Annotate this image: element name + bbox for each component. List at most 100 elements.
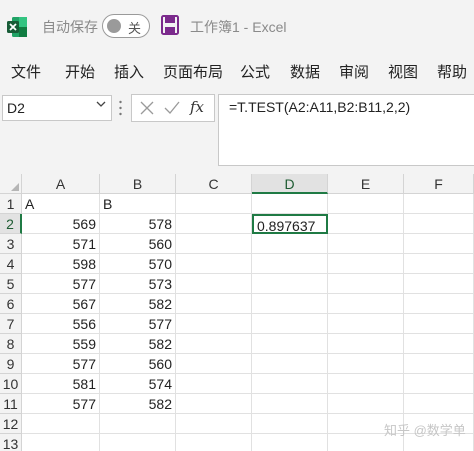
cell-a4[interactable]: 598 (22, 254, 100, 274)
column-header-d[interactable]: D (252, 174, 328, 194)
cell-c11[interactable] (176, 394, 252, 414)
column-header-c[interactable]: C (176, 174, 252, 194)
name-box[interactable]: D2 (2, 95, 112, 121)
cell-e8[interactable] (328, 334, 404, 354)
cell-c1[interactable] (176, 194, 252, 214)
cell-b2[interactable]: 578 (100, 214, 176, 234)
cell-f1[interactable] (404, 194, 474, 214)
cell-d3[interactable] (252, 234, 328, 254)
cell-a9[interactable]: 577 (22, 354, 100, 374)
cell-a3[interactable]: 571 (22, 234, 100, 254)
cell-f8[interactable] (404, 334, 474, 354)
cell-b9[interactable]: 560 (100, 354, 176, 374)
row-header-1[interactable]: 1 (0, 194, 22, 214)
drag-handle-icon[interactable] (119, 100, 122, 116)
cell-e10[interactable] (328, 374, 404, 394)
cell-c5[interactable] (176, 274, 252, 294)
cell-c13[interactable] (176, 434, 252, 451)
cell-b12[interactable] (100, 414, 176, 434)
cell-e3[interactable] (328, 234, 404, 254)
cell-e1[interactable] (328, 194, 404, 214)
row-header-6[interactable]: 6 (0, 294, 22, 314)
cell-f6[interactable] (404, 294, 474, 314)
cell-e2[interactable] (328, 214, 404, 234)
cell-f2[interactable] (404, 214, 474, 234)
cell-a12[interactable] (22, 414, 100, 434)
cell-b4[interactable]: 570 (100, 254, 176, 274)
cell-d12[interactable] (252, 414, 328, 434)
cell-f7[interactable] (404, 314, 474, 334)
cell-d6[interactable] (252, 294, 328, 314)
cell-f3[interactable] (404, 234, 474, 254)
cell-b6[interactable]: 582 (100, 294, 176, 314)
save-icon[interactable] (161, 15, 179, 35)
cell-b11[interactable]: 582 (100, 394, 176, 414)
close-icon[interactable] (140, 101, 154, 115)
row-header-7[interactable]: 7 (0, 314, 22, 334)
formula-input[interactable]: =T.TEST(A2:A11,B2:B11,2,2) (218, 94, 474, 166)
column-header-f[interactable]: F (404, 174, 474, 194)
row-header-2[interactable]: 2 (0, 214, 22, 234)
cell-d5[interactable] (252, 274, 328, 294)
cell-e11[interactable] (328, 394, 404, 414)
cell-a1[interactable]: A (22, 194, 100, 214)
cell-a7[interactable]: 556 (22, 314, 100, 334)
cell-b13[interactable] (100, 434, 176, 451)
cell-a2[interactable]: 569 (22, 214, 100, 234)
tab-review[interactable]: 审阅 (339, 61, 369, 82)
autosave-toggle[interactable]: 关 (102, 14, 150, 38)
cell-c2[interactable] (176, 214, 252, 234)
cell-b7[interactable]: 577 (100, 314, 176, 334)
cell-b10[interactable]: 574 (100, 374, 176, 394)
check-icon[interactable] (164, 101, 180, 115)
cell-c6[interactable] (176, 294, 252, 314)
row-header-11[interactable]: 11 (0, 394, 22, 414)
chevron-down-icon[interactable] (95, 98, 107, 112)
cell-d9[interactable] (252, 354, 328, 374)
select-all-corner[interactable] (0, 174, 22, 194)
cell-b1[interactable]: B (100, 194, 176, 214)
cell-c10[interactable] (176, 374, 252, 394)
cell-e4[interactable] (328, 254, 404, 274)
row-header-3[interactable]: 3 (0, 234, 22, 254)
cell-a13[interactable] (22, 434, 100, 451)
cell-a6[interactable]: 567 (22, 294, 100, 314)
cell-d8[interactable] (252, 334, 328, 354)
tab-page-layout[interactable]: 页面布局 (163, 61, 223, 82)
cell-d4[interactable] (252, 254, 328, 274)
cell-f5[interactable] (404, 274, 474, 294)
cell-d2[interactable]: 0.897637 (252, 214, 328, 234)
cell-d7[interactable] (252, 314, 328, 334)
cell-e9[interactable] (328, 354, 404, 374)
tab-home[interactable]: 开始 (65, 61, 95, 82)
insert-function-button[interactable]: fx (190, 98, 204, 116)
cell-a10[interactable]: 581 (22, 374, 100, 394)
cell-c9[interactable] (176, 354, 252, 374)
worksheet-grid[interactable]: A B C D E F 1 2 3 4 5 6 7 8 9 10 11 12 1… (0, 174, 474, 451)
cell-d11[interactable] (252, 394, 328, 414)
row-header-4[interactable]: 4 (0, 254, 22, 274)
row-header-10[interactable]: 10 (0, 374, 22, 394)
tab-data[interactable]: 数据 (290, 61, 320, 82)
cell-f10[interactable] (404, 374, 474, 394)
cell-a5[interactable]: 577 (22, 274, 100, 294)
cell-e6[interactable] (328, 294, 404, 314)
cell-d1[interactable] (252, 194, 328, 214)
cell-e5[interactable] (328, 274, 404, 294)
column-header-a[interactable]: A (22, 174, 100, 194)
tab-help[interactable]: 帮助 (437, 61, 467, 82)
cell-a11[interactable]: 577 (22, 394, 100, 414)
column-header-e[interactable]: E (328, 174, 404, 194)
cell-c4[interactable] (176, 254, 252, 274)
row-header-13[interactable]: 13 (0, 434, 22, 451)
cell-d13[interactable] (252, 434, 328, 451)
tab-file[interactable]: 文件 (11, 61, 41, 82)
cell-c12[interactable] (176, 414, 252, 434)
cell-d10[interactable] (252, 374, 328, 394)
cell-c8[interactable] (176, 334, 252, 354)
row-header-5[interactable]: 5 (0, 274, 22, 294)
cell-a8[interactable]: 559 (22, 334, 100, 354)
row-header-8[interactable]: 8 (0, 334, 22, 354)
cell-b8[interactable]: 582 (100, 334, 176, 354)
tab-formulas[interactable]: 公式 (240, 61, 270, 82)
